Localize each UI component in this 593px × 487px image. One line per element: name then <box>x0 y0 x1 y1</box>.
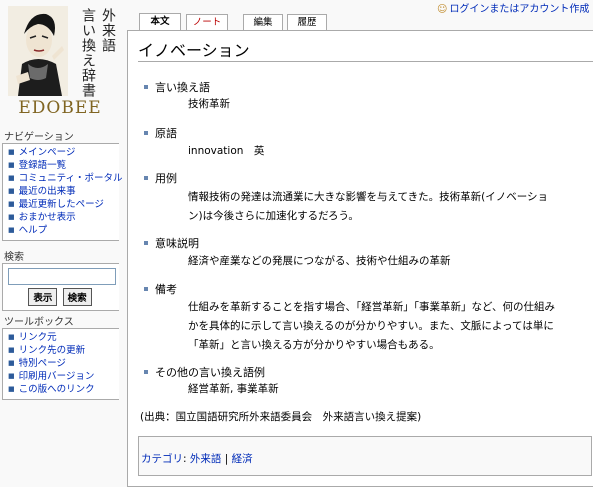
nav-item-word-list[interactable]: ■ 登録語一覧 <box>8 159 119 172</box>
tab-edit[interactable]: 編集 <box>243 14 283 30</box>
section-heading-example: 用例 <box>144 170 177 186</box>
tab-talk[interactable]: ノート <box>186 14 228 30</box>
section-body-meaning: 経済や産業などの発展につながる、技術や仕組みの革新 <box>188 255 451 267</box>
search-input[interactable] <box>8 268 116 285</box>
bullet-icon: ■ <box>8 372 15 380</box>
bullet-icon: ■ <box>8 385 15 393</box>
logo-text-gairaigo: 外来語 <box>100 8 116 53</box>
go-button[interactable]: 表示 <box>28 288 58 306</box>
category-separator: | <box>221 453 232 465</box>
section-body-original-word: innovation 英 <box>188 145 265 157</box>
bullet-icon: ■ <box>8 346 15 354</box>
source-citation: (出典：国立国語研究所外来語委員会 外来語言い換え提案) <box>140 411 422 423</box>
nav-item-current-events[interactable]: ■ 最近の出来事 <box>8 185 119 198</box>
section-heading-meaning: 意味説明 <box>144 235 199 251</box>
bullet-icon: ■ <box>8 359 15 367</box>
category-colon: : <box>183 453 190 465</box>
user-icon: ☺ <box>437 4 448 15</box>
section-body-other-examples: 経営革新, 事業革新 <box>188 383 279 395</box>
bullet-icon: ■ <box>8 187 15 195</box>
section-heading-remarks: 備考 <box>144 281 177 297</box>
toolbox-item-special-pages[interactable]: ■ 特別ページ <box>8 357 119 370</box>
bullet-icon: ■ <box>8 174 15 182</box>
search-button[interactable]: 検索 <box>62 288 92 306</box>
toolbox-portlet: ツールボックス ■ リンク元 ■ リンク先の更新 ■ 特別ページ ■ 印刷用バージョン … <box>2 313 119 400</box>
section-heading-other-examples: その他の言い換え語例 <box>144 364 265 380</box>
toolbox-item-related-changes[interactable]: ■ リンク先の更新 <box>8 344 119 357</box>
section-body-remarks: 仕組みを革新することを指す場合、「経営革新」「事業革新」など、何の仕組み かを具… <box>188 301 555 351</box>
search-heading: 検索 <box>4 252 24 263</box>
category-link-economy[interactable]: 経済 <box>232 453 253 465</box>
page-title: イノベーション <box>138 41 250 60</box>
title-divider <box>138 61 593 62</box>
bullet-icon <box>144 370 148 374</box>
toolbox-item-what-links-here[interactable]: ■ リンク元 <box>8 331 119 344</box>
bullet-icon <box>144 241 148 245</box>
category-link-gairaigo[interactable]: 外来語 <box>190 453 222 465</box>
kabuki-portrait-image <box>8 6 68 96</box>
search-portlet: 検索 表示 検索 <box>2 248 119 311</box>
logo-brand-text: EDOBEE <box>18 98 102 118</box>
article-content: イノベーション 言い換え語 技術革新 原語 innovation 英 用例 情報… <box>127 30 593 487</box>
bullet-icon: ■ <box>8 161 15 169</box>
nav-item-help[interactable]: ■ ヘルプ <box>8 224 119 237</box>
nav-item-community-portal[interactable]: ■ コミュニティ・ポータル <box>8 172 123 185</box>
nav-item-main-page[interactable]: ■ メインページ <box>8 146 119 159</box>
nav-item-recent-changes[interactable]: ■ 最近更新したページ <box>8 198 119 211</box>
bullet-icon <box>144 176 148 180</box>
logo-text-dictionary: 言い換え辞書 <box>80 8 96 98</box>
bullet-icon: ■ <box>8 226 15 234</box>
tab-article[interactable]: 本文 <box>139 13 181 31</box>
section-heading-original-word: 原語 <box>144 125 177 141</box>
bullet-icon <box>144 85 148 89</box>
bullet-icon <box>144 131 148 135</box>
tab-history[interactable]: 履歴 <box>287 14 327 30</box>
navigation-portlet: ナビゲーション ■ メインページ ■ 登録語一覧 ■ コミュニティ・ポータル ■ 最近の… <box>2 128 123 241</box>
login-link[interactable]: ☺ ログインまたはアカウント作成 <box>437 0 589 15</box>
navigation-heading: ナビゲーション <box>4 132 74 143</box>
nav-item-random-page[interactable]: ■ おまかせ表示 <box>8 211 119 224</box>
category-box: カテゴリ: 外来語 | 経済 <box>138 436 592 476</box>
section-body-example: 情報技術の発達は流通業に大きな影響を与えてきた。技術革新(イノベーショ ン)は今… <box>188 191 549 222</box>
site-logo[interactable]: 外来語 言い換え辞書 EDOBEE <box>4 4 122 122</box>
category-label-link[interactable]: カテゴリ <box>141 453 183 465</box>
bullet-icon: ■ <box>8 148 15 156</box>
bullet-icon: ■ <box>8 333 15 341</box>
bullet-icon: ■ <box>8 213 15 221</box>
bullet-icon: ■ <box>8 200 15 208</box>
section-heading-paraphrase: 言い換え語 <box>144 79 210 95</box>
toolbox-item-permanent-link[interactable]: ■ この版へのリンク <box>8 383 119 396</box>
toolbox-heading: ツールボックス <box>4 317 74 328</box>
section-body-paraphrase: 技術革新 <box>188 98 230 110</box>
bullet-icon <box>144 287 148 291</box>
toolbox-item-printable-version[interactable]: ■ 印刷用バージョン <box>8 370 119 383</box>
